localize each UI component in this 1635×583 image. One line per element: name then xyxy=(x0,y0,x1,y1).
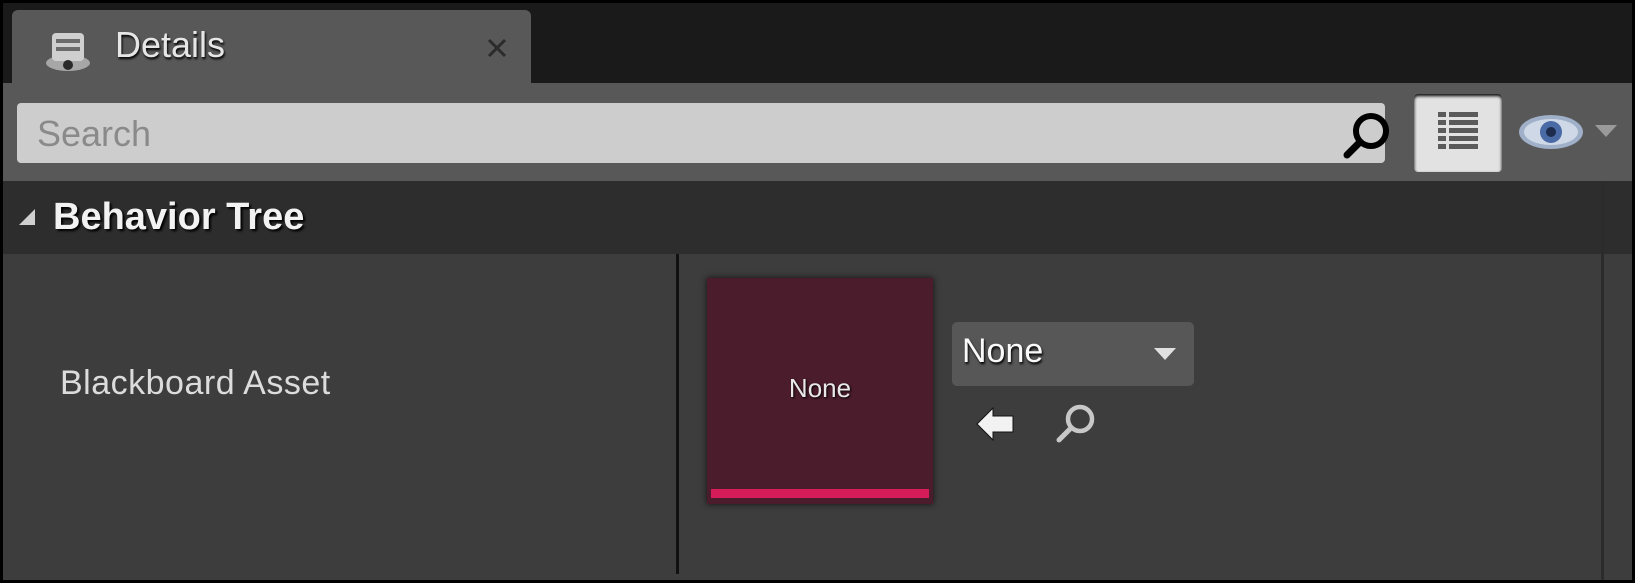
search-box[interactable] xyxy=(17,103,1389,165)
thumbnail-label: None xyxy=(788,373,852,403)
details-panel-icon xyxy=(46,33,90,71)
chevron-down-icon xyxy=(1154,348,1176,360)
column-divider[interactable] xyxy=(676,254,679,574)
tab-title: Details xyxy=(115,24,226,65)
property-row-blackboard-asset: Blackboard Asset None None xyxy=(3,254,1632,580)
section-header-behavior-tree[interactable]: Behavior Tree xyxy=(3,181,1632,254)
search-input[interactable] xyxy=(35,103,1309,165)
property-label-column: Blackboard Asset xyxy=(3,254,676,580)
section-title: Behavior Tree xyxy=(53,196,305,238)
grid-view-icon xyxy=(1438,112,1478,149)
browse-asset-search-icon[interactable] xyxy=(1053,400,1099,446)
collapse-arrow-icon[interactable] xyxy=(15,205,39,229)
toolbar xyxy=(3,83,1632,181)
asset-type-color-bar xyxy=(711,489,929,498)
details-panel: Details Search Behavior Tree Blackboard … xyxy=(3,3,1632,580)
eye-icon[interactable] xyxy=(1515,107,1625,157)
dropdown-value: None xyxy=(962,332,1044,370)
tab-details[interactable]: Details xyxy=(12,10,531,86)
asset-thumbnail[interactable]: None xyxy=(707,278,933,504)
asset-picker-dropdown[interactable]: None xyxy=(952,322,1194,386)
scrollbar[interactable] xyxy=(1601,181,1604,580)
view-options-button[interactable] xyxy=(1414,94,1502,172)
use-selected-arrow-icon[interactable] xyxy=(973,402,1017,446)
search-icon[interactable] xyxy=(1341,109,1393,161)
close-icon[interactable] xyxy=(483,34,511,62)
property-label: Blackboard Asset xyxy=(60,364,331,402)
